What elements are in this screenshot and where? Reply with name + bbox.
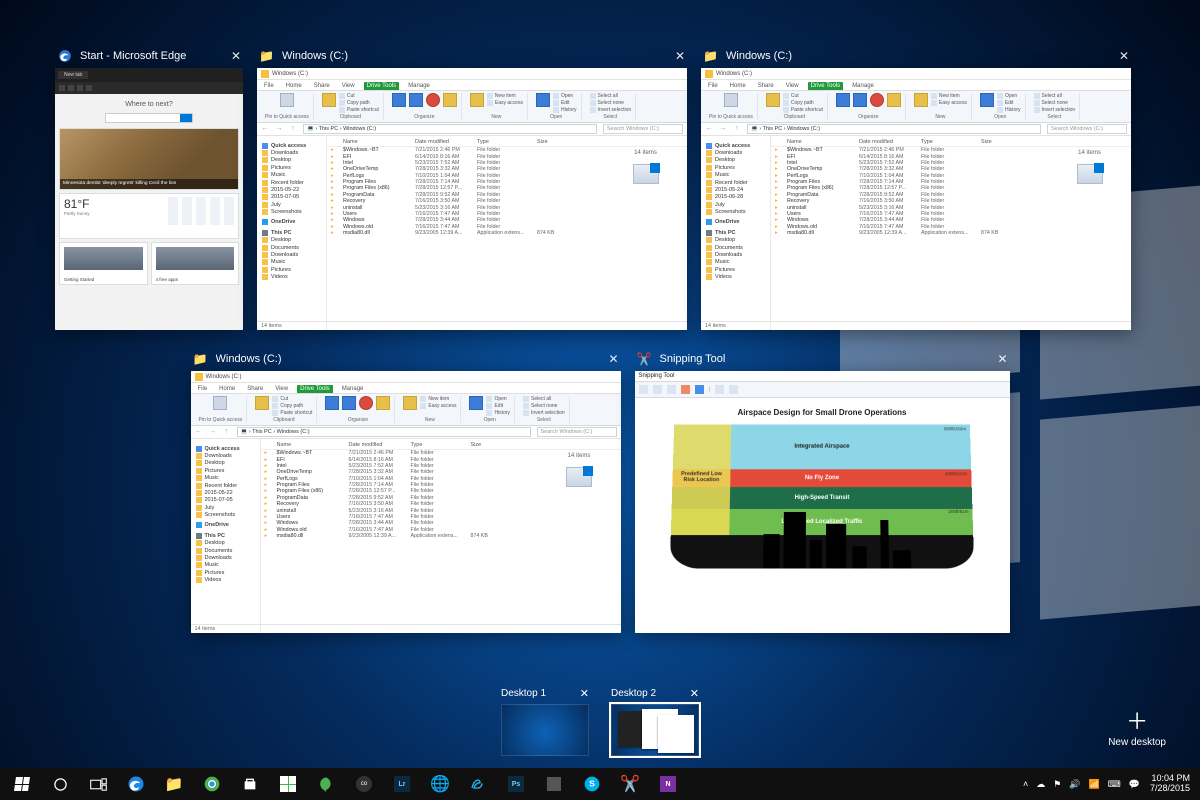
airspace-title: Airspace Design for Small Drone Operatio… — [738, 408, 907, 417]
window-thumbnail-explorer[interactable]: 📁 Windows (C:) ✕ Windows (C:)FileHomeSha… — [191, 348, 621, 633]
virtual-desktop-1[interactable]: Desktop 1 ✕ — [501, 685, 589, 756]
close-thumbnail-button[interactable]: ✕ — [231, 49, 241, 63]
edge-icon — [57, 48, 72, 63]
close-thumbnail-button[interactable]: ✕ — [997, 352, 1007, 366]
edge-window-preview: New tab Where to next? Minnesota dentist… — [55, 68, 243, 330]
tray-notifications-icon[interactable]: 💬 — [1129, 779, 1140, 790]
window-thumbnail-explorer[interactable]: 📁 Windows (C:) ✕ Windows (C:)FileHomeSha… — [257, 45, 687, 330]
tray-wifi-icon[interactable]: 📶 — [1089, 779, 1100, 790]
edge-tab: New tab — [58, 71, 88, 79]
start-button[interactable] — [4, 768, 40, 800]
explorer-window-preview: Windows (C:)FileHomeShareViewDrive Tools… — [257, 68, 687, 330]
taskbar-snip-icon[interactable]: ✂️ — [612, 768, 648, 800]
taskbar-app-icon[interactable]: co — [346, 768, 382, 800]
edge-news-headline: Minnesota dentist 'deeply regrets' killi… — [60, 179, 238, 189]
tray-cloud-icon[interactable]: ☁ — [1036, 779, 1045, 790]
scissors-icon: ✂️ — [637, 351, 652, 366]
taskbar-msn-icon[interactable] — [460, 768, 496, 800]
taskbar-chrome-icon[interactable] — [194, 768, 230, 800]
taskbar-skype-icon[interactable]: S — [574, 768, 610, 800]
taskbar-photoshop-icon[interactable]: Ps — [498, 768, 534, 800]
edge-weather-temp: 81°F — [64, 197, 90, 211]
taskbar-browser-icon[interactable]: 🌐 — [422, 768, 458, 800]
taskbar-app-icon[interactable] — [536, 768, 572, 800]
taskbar-lightroom-icon[interactable]: Lr — [384, 768, 420, 800]
edge-start-heading: Where to next? — [59, 101, 239, 108]
window-title: Start - Microsoft Edge — [80, 50, 223, 62]
taskbar-store-icon[interactable] — [232, 768, 268, 800]
new-desktop-button[interactable]: ＋ New desktop — [1108, 711, 1166, 748]
folder-icon: 📁 — [703, 48, 718, 63]
snipping-tool-preview: Snipping Tool | Airspace Design for Smal… — [635, 371, 1010, 633]
window-thumbnail-snipping-tool[interactable]: ✂️ Snipping Tool ✕ Snipping Tool | Airsp… — [635, 348, 1010, 633]
close-thumbnail-button[interactable]: ✕ — [1119, 49, 1129, 63]
window-thumbnail-edge[interactable]: Start - Microsoft Edge ✕ New tab Where t… — [55, 45, 243, 330]
close-thumbnail-button[interactable]: ✕ — [608, 352, 618, 366]
window-title: Windows (C:) — [216, 353, 601, 365]
taskbar-clock[interactable]: 10:04 PM 7/28/2015 — [1150, 774, 1190, 794]
taskbar-explorer-icon[interactable]: 📁 — [156, 768, 192, 800]
taskbar: 📁 co Lr 🌐 Ps S ✂️ N ˄ ☁ ⚑ 🔊 📶 ⌨ 💬 10:04 … — [0, 768, 1200, 800]
folder-icon: 📁 — [259, 48, 274, 63]
tray-up-icon[interactable]: ˄ — [1023, 779, 1028, 789]
virtual-desktop-2[interactable]: Desktop 2 ✕ — [611, 685, 699, 756]
plus-icon: ＋ — [1108, 711, 1166, 733]
explorer-window-preview: Windows (C:)FileHomeShareViewDrive Tools… — [701, 68, 1131, 330]
window-thumbnail-explorer[interactable]: 📁 Windows (C:) ✕ Windows (C:)FileHomeSha… — [701, 45, 1131, 330]
tray-keyboard-icon[interactable]: ⌨ — [1108, 779, 1121, 790]
snip-titlebar: Snipping Tool — [635, 371, 1010, 382]
tray-volume-icon[interactable]: 🔊 — [1069, 779, 1080, 790]
taskbar-hangouts-icon[interactable] — [308, 768, 344, 800]
virtual-desktops-bar: Desktop 1 ✕ Desktop 2 ✕ — [0, 685, 1200, 756]
svg-text:S: S — [589, 779, 595, 789]
close-desktop-button[interactable]: ✕ — [580, 687, 589, 700]
edge-search-box — [105, 113, 193, 123]
system-tray[interactable]: ˄ ☁ ⚑ 🔊 📶 ⌨ 💬 10:04 PM 7/28/2015 — [1023, 774, 1196, 794]
window-title: Windows (C:) — [726, 50, 1111, 62]
vd-label: Desktop 1 — [501, 688, 546, 699]
window-title: Windows (C:) — [282, 50, 667, 62]
close-thumbnail-button[interactable]: ✕ — [675, 49, 685, 63]
folder-icon: 📁 — [193, 351, 208, 366]
vd-label: Desktop 2 — [611, 688, 656, 699]
edge-weather-desc: Partly Sunny — [64, 211, 90, 216]
taskbar-edge-icon[interactable] — [118, 768, 154, 800]
cortana-button[interactable] — [42, 768, 78, 800]
snip-toolbar: | — [635, 382, 1010, 398]
taskbar-onenote-icon[interactable]: N — [650, 768, 686, 800]
task-view-button[interactable] — [80, 768, 116, 800]
window-title: Snipping Tool — [660, 353, 990, 365]
airspace-diagram: Integrated Airspace No Fly Zone High-Spe… — [670, 424, 974, 568]
close-desktop-button[interactable]: ✕ — [690, 687, 699, 700]
taskbar-app-icon[interactable] — [270, 768, 306, 800]
task-view: Start - Microsoft Edge ✕ New tab Where t… — [0, 0, 1200, 670]
explorer-window-preview: Windows (C:)FileHomeShareViewDrive Tools… — [191, 371, 621, 633]
tray-shield-icon[interactable]: ⚑ — [1053, 779, 1061, 790]
